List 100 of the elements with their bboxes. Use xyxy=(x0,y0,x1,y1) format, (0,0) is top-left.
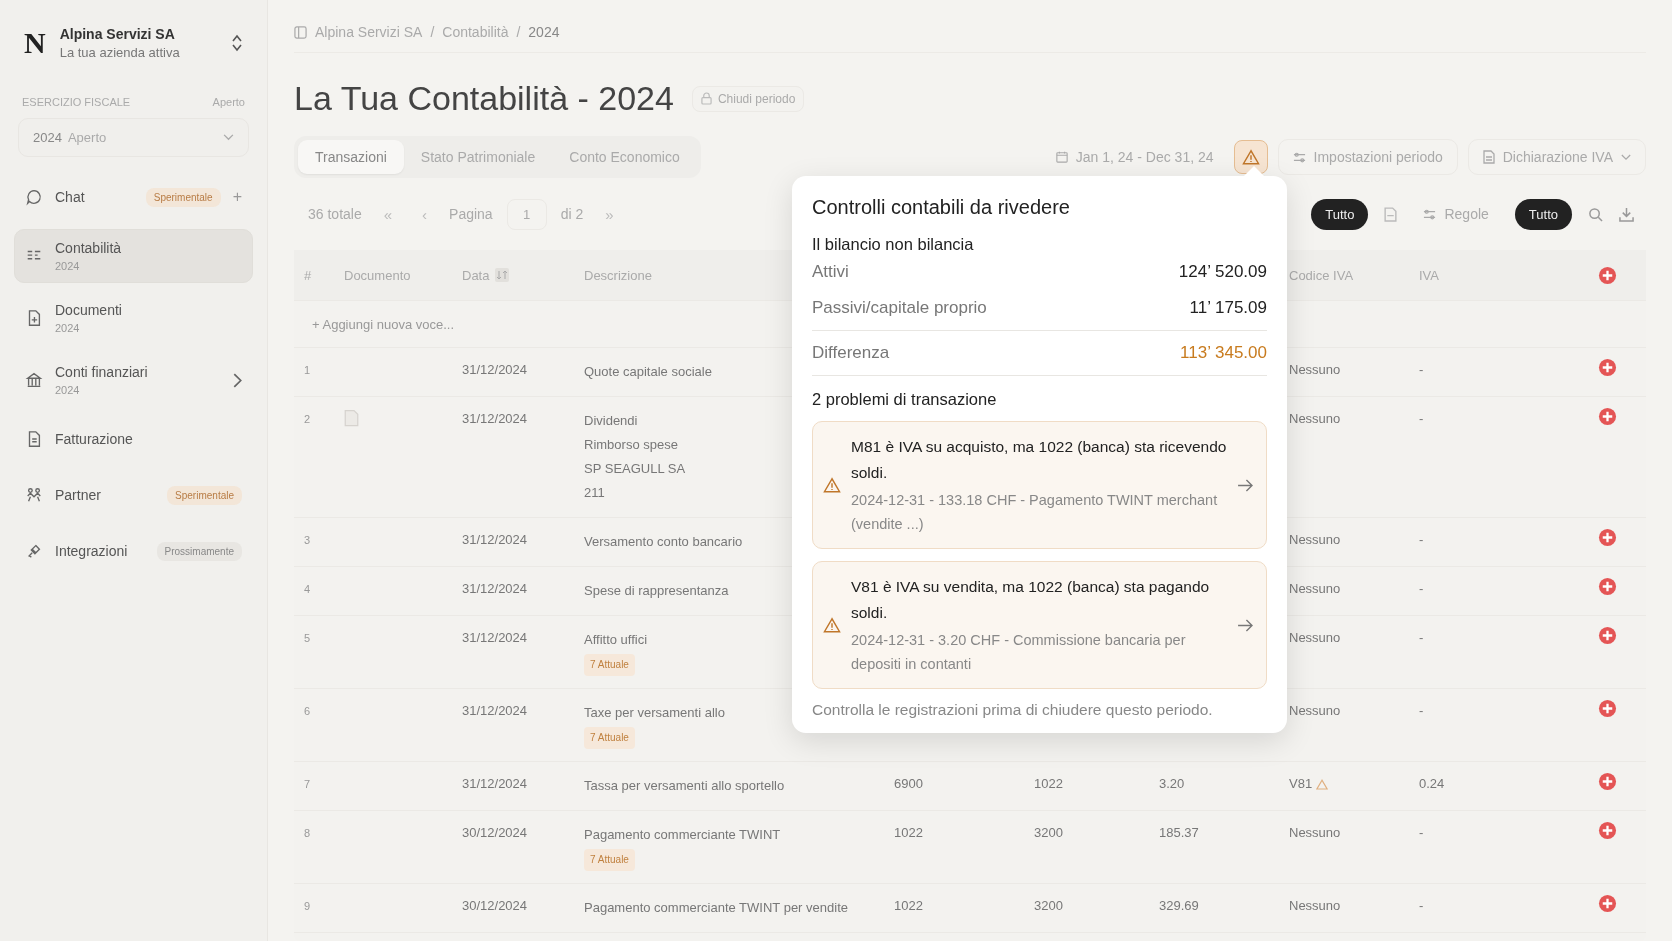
previous-page-button[interactable]: ‹ xyxy=(414,201,436,227)
nav-item[interactable]: Contabilità 2024 xyxy=(14,229,253,283)
table-cell: 329.69 xyxy=(1159,898,1199,913)
nav-item[interactable]: Chat Sperimentale + xyxy=(14,173,253,221)
add-icon[interactable] xyxy=(1598,626,1617,645)
description-text: Affitto uffici xyxy=(584,631,648,649)
nav-item[interactable]: Integrazioni Prossimamente xyxy=(14,527,253,575)
add-icon[interactable] xyxy=(1598,821,1617,840)
rules-button[interactable]: Regole xyxy=(1413,198,1499,230)
sidebar-toggle-icon[interactable] xyxy=(294,25,307,39)
table-cell: 31/12/2024 xyxy=(462,532,528,547)
table-cell-text: Nessuno xyxy=(1289,361,1341,379)
description-text: Dividendi Rimborso spese SP SEAGULL SA 211 xyxy=(584,412,686,502)
table-cell-text: Nessuno xyxy=(1289,824,1341,842)
nav-label: Partner xyxy=(55,487,101,503)
nav-item[interactable]: Fatturazione xyxy=(14,415,253,463)
nav-chat-icon xyxy=(25,188,43,206)
issue-card[interactable]: M81 è IVA su acquisto, ma 1022 (banca) sta ricevendo soldi. 2024-12-31 - 133.18 CHF - Pagamento TWINT merchant (vendite ...) xyxy=(812,421,1267,549)
table-cell: 31/12/2024 xyxy=(462,703,528,718)
balance-label: Attivi xyxy=(812,262,849,282)
nav-sublabel: 2024 xyxy=(55,322,80,334)
add-icon[interactable] xyxy=(1598,407,1617,426)
nav-people-icon xyxy=(25,486,43,504)
tab[interactable]: Stato Patrimoniale xyxy=(403,140,553,174)
column-header: # xyxy=(304,267,312,283)
switch-icon[interactable] xyxy=(231,33,243,53)
table-cell: 1022 xyxy=(1034,776,1063,791)
nav-sublabel: 2024 xyxy=(55,260,80,272)
table-cell-text: Nessuno xyxy=(1289,410,1341,428)
company-subtitle: La tua azienda attiva xyxy=(59,45,181,60)
nav-item[interactable]: Conti finanziari 2024 xyxy=(14,353,253,407)
first-page-button[interactable]: « xyxy=(375,201,401,227)
add-icon[interactable] xyxy=(1598,894,1617,913)
add-icon[interactable] xyxy=(1598,699,1617,718)
sliders-icon xyxy=(1423,207,1437,221)
search-icon[interactable] xyxy=(1588,206,1603,222)
column-header: Codice IVA xyxy=(1289,267,1354,283)
table-cell: - xyxy=(1419,630,1424,645)
add-icon[interactable] xyxy=(1598,265,1617,285)
nav-label: Chat xyxy=(55,189,85,205)
description-text: Taxe per versamenti allo xyxy=(584,704,725,722)
popover-footer: Controlla le registrazioni prima di chiudere questo periodo. xyxy=(812,701,1267,719)
filter-pill[interactable]: Tutto xyxy=(1514,198,1572,230)
table-cell: 1022 xyxy=(894,898,923,913)
add-icon[interactable] xyxy=(1598,772,1617,791)
table-cell: 3200 xyxy=(1034,825,1063,840)
download-icon[interactable] xyxy=(1619,206,1634,222)
add-entry-link[interactable]: + Aggiungi nuova voce... xyxy=(312,316,455,332)
tag: 7 Attuale xyxy=(584,654,635,676)
description-text: Versamento conto bancario xyxy=(584,533,743,551)
column-header: Data xyxy=(462,267,490,283)
arrow-right-icon xyxy=(1237,478,1254,492)
table-cell: 31/12/2024 xyxy=(462,776,528,791)
table-cell-text: Nessuno xyxy=(1289,702,1341,720)
year-select[interactable]: 2024 Aperto xyxy=(18,118,249,157)
sort-icon[interactable] xyxy=(495,268,510,282)
section-heading: Il bilancio non bilancia xyxy=(812,235,975,254)
lock-icon xyxy=(700,92,712,105)
tab[interactable]: Conto Economico xyxy=(552,140,697,174)
period-settings-button[interactable]: Impostazioni periodo xyxy=(1277,139,1458,175)
table-cell: - xyxy=(1419,825,1424,840)
date-range-button[interactable]: Jan 1, 24 - Dec 31, 24 xyxy=(1045,141,1224,173)
last-page-button[interactable]: » xyxy=(597,201,622,227)
warning-button[interactable] xyxy=(1233,140,1268,174)
description-text: Tassa per versamenti allo sportello xyxy=(584,777,785,795)
description-text: Pagamento commerciante TWINT per vendite xyxy=(584,899,848,917)
nav-label: Documenti xyxy=(55,302,122,318)
status-label: Aperto xyxy=(212,96,245,108)
add-icon[interactable] xyxy=(1598,358,1617,377)
nav-item[interactable]: Partner Sperimentale xyxy=(14,471,253,519)
add-icon[interactable] xyxy=(1598,528,1617,547)
add-icon[interactable] xyxy=(1598,577,1617,596)
nav-label: Integrazioni xyxy=(55,543,128,559)
table-cell: 31/12/2024 xyxy=(462,411,528,426)
vat-declaration-button[interactable]: Dichiarazione IVA xyxy=(1467,139,1646,175)
tab[interactable]: Transazioni xyxy=(298,140,404,174)
section-label: ESERCIZIO FISCALE xyxy=(22,96,131,108)
warning-icon xyxy=(1241,149,1260,165)
status-badge: Sperimentale xyxy=(167,485,242,505)
table-cell: 3.20 xyxy=(1159,776,1185,791)
row-number: 4 xyxy=(304,583,311,595)
page-count: di 2 xyxy=(560,206,584,222)
chevron-icon xyxy=(223,134,234,141)
close-period-button[interactable]: Chiudi periodo xyxy=(691,85,805,112)
column-header: Documento xyxy=(344,267,411,283)
row-number: 5 xyxy=(304,632,311,644)
balance-label: Passivi/capitale proprio xyxy=(812,298,987,318)
table-cell: 31/12/2024 xyxy=(462,581,528,596)
table-cell: 0.24 xyxy=(1419,776,1445,791)
nav-item[interactable]: Documenti 2024 xyxy=(14,291,253,345)
filter-pill[interactable]: Tutto xyxy=(1311,198,1369,230)
breadcrumb-link[interactable]: Contabilità xyxy=(442,24,509,40)
company-name: Alpina Servizi SA xyxy=(59,26,176,42)
table-cell: - xyxy=(1419,532,1424,547)
table-cell: - xyxy=(1419,411,1424,426)
add-chat-button[interactable]: + xyxy=(232,188,242,206)
issue-card[interactable]: V81 è IVA su vendita, ma 1022 (banca) sta pagando soldi. 2024-12-31 - 3.20 CHF - Commissione bancaria per depositi in contanti xyxy=(812,561,1267,689)
breadcrumb-link[interactable]: Alpina Servizi SA xyxy=(315,24,423,40)
page-input[interactable]: 1 xyxy=(506,198,547,230)
warning-icon xyxy=(823,617,841,633)
